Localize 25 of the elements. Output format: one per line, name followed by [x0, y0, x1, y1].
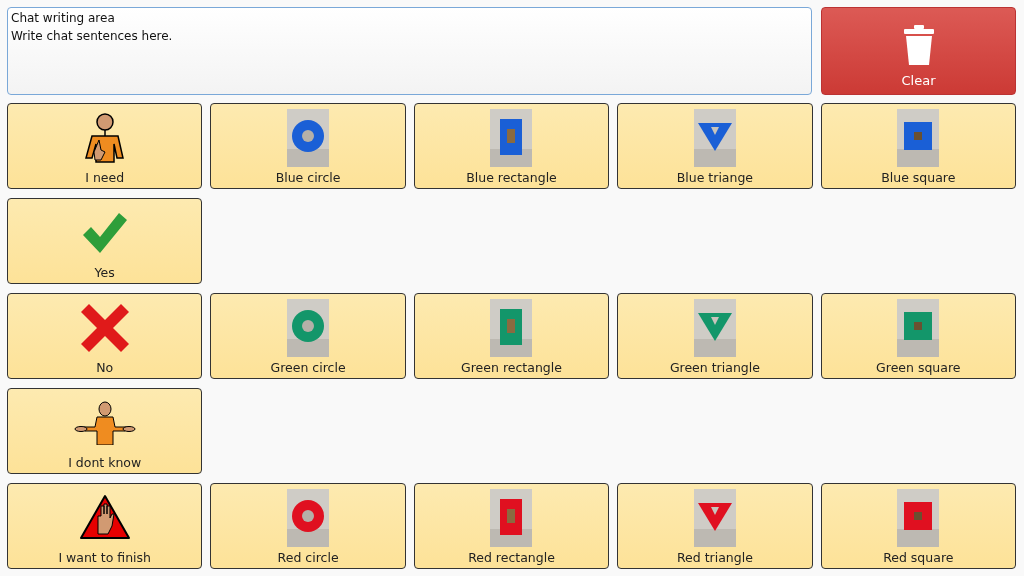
symbol-tile[interactable]: No — [7, 293, 203, 379]
trash-icon — [903, 25, 934, 65]
person-shrugging-icon — [72, 401, 137, 445]
symbol-tile[interactable]: Green triangle — [617, 293, 813, 379]
chat-text: Write chat sentences here. — [11, 29, 174, 43]
symbol-tile[interactable]: Red square — [820, 483, 1016, 569]
chat-text: Chat writing area — [11, 11, 116, 25]
symbol-tile[interactable]: Green circle — [210, 293, 406, 379]
symbol-tile[interactable]: Red triangle — [617, 483, 813, 569]
symbol-tile[interactable]: Green rectangle — [413, 293, 610, 379]
stop-hand-icon — [78, 494, 131, 542]
symbol-tile[interactable]: I need — [7, 103, 203, 189]
symbol-tile[interactable]: Blue circle — [210, 103, 406, 189]
symbol-tile[interactable]: Green square — [820, 293, 1016, 379]
clear-button[interactable]: Clear — [821, 7, 1016, 95]
symbol-tile[interactable]: Blue rectangle — [413, 103, 610, 189]
check-icon — [80, 211, 129, 255]
symbol-tile[interactable]: Blue square — [820, 103, 1016, 189]
symbol-tile[interactable]: Yes — [7, 198, 203, 284]
symbol-tile[interactable]: I want to finish — [7, 483, 203, 569]
chat-text-area[interactable]: Chat writing area Write chat sentences here. — [7, 7, 812, 95]
symbol-tile[interactable]: I dont know — [7, 388, 203, 474]
symbol-tile[interactable]: Red circle — [210, 483, 406, 569]
symbol-tile[interactable]: Blue triange — [617, 103, 813, 189]
symbol-tile[interactable]: Red rectangle — [413, 483, 610, 569]
